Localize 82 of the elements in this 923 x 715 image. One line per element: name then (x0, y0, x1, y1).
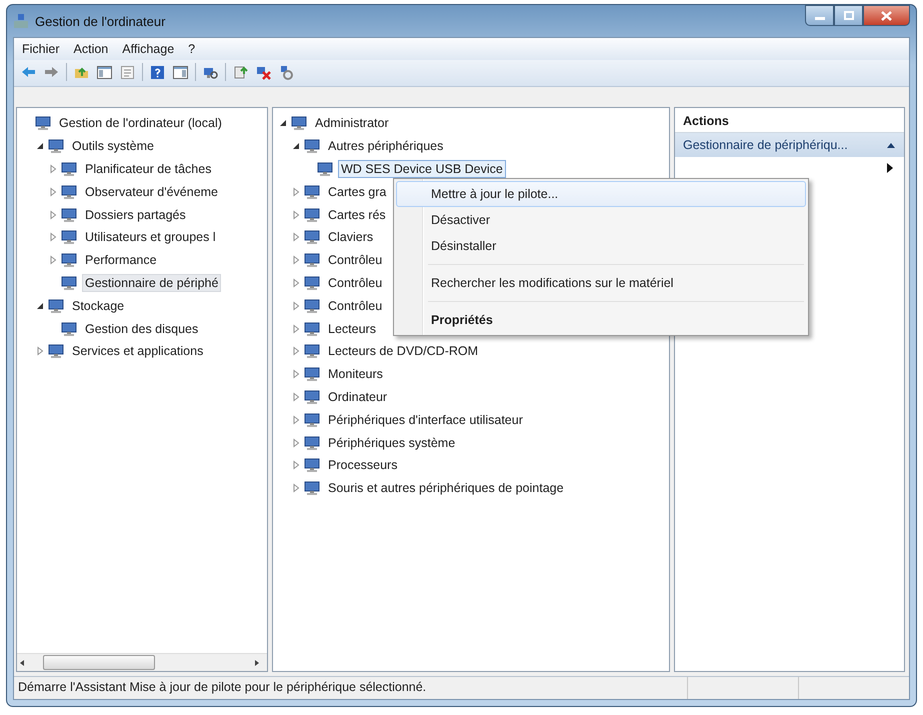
menu-item[interactable]: Désinstaller (396, 233, 806, 259)
device-icon (61, 320, 77, 337)
tree-item[interactable]: Moniteurs (325, 365, 386, 384)
update-driver-icon[interactable] (232, 64, 249, 80)
computer-management-icon (13, 13, 29, 29)
properties-icon[interactable] (119, 64, 136, 80)
menu-item[interactable]: Désactiver (396, 207, 806, 233)
tree-item[interactable]: Gestionnaire de périphé (82, 274, 222, 292)
menu-item[interactable]: Rechercher les modifications sur le matériel (396, 270, 806, 296)
tree-item[interactable]: Performance (82, 251, 160, 270)
tree-item[interactable]: Cartes rés (325, 206, 389, 224)
action-pane-icon[interactable] (172, 64, 189, 80)
device-icon (304, 388, 320, 405)
device-icon (304, 274, 320, 291)
device-icon (304, 412, 320, 428)
device-icon (48, 343, 64, 360)
device-icon (304, 457, 320, 474)
tree-item[interactable]: Cartes gra (325, 182, 390, 201)
window-title: Gestion de l'ordinateur (35, 14, 166, 28)
maximize-icon (844, 11, 854, 20)
tree-item[interactable]: Autres périphériques (325, 137, 446, 156)
tree-item[interactable]: Gestion de l'ordinateur (local) (56, 114, 225, 132)
tree-item[interactable]: Périphériques système (325, 434, 458, 452)
device-icon (304, 138, 320, 154)
tree-item[interactable]: Contrôleu (325, 296, 386, 315)
tree-item[interactable]: Gestion des disques (82, 320, 202, 338)
device-icon (61, 252, 77, 268)
collapse-caret-icon[interactable] (886, 141, 896, 149)
close-icon (881, 10, 892, 20)
device-icon (304, 252, 320, 268)
device-icon (304, 343, 320, 360)
actions-section-header[interactable]: Gestionnaire de périphériqu... (675, 133, 904, 157)
tree-item[interactable]: Utilisateurs et groupes l (82, 228, 219, 246)
device-icon (304, 320, 320, 337)
menu-item[interactable]: Mettre à jour le pilote... (396, 181, 806, 207)
tree-item[interactable]: Contrôleu (325, 274, 386, 292)
device-icon (304, 206, 320, 223)
tree-item[interactable]: Stockage (69, 296, 128, 315)
tree-item[interactable]: Dossiers partagés (82, 206, 189, 224)
device-icon (304, 366, 320, 382)
minimize-button[interactable] (805, 5, 834, 26)
menu-item[interactable]: Fichier (22, 41, 60, 57)
close-button[interactable] (863, 5, 910, 26)
device-icon (61, 274, 77, 291)
submenu-arrow-icon[interactable] (886, 163, 894, 173)
device-icon (61, 160, 77, 177)
tree-item[interactable]: Observateur d'événeme (82, 182, 222, 201)
device-icon (304, 298, 320, 314)
device-icon (304, 434, 320, 451)
tree-item[interactable]: Services et applications (69, 342, 206, 360)
tree-item[interactable]: Lecteurs (325, 320, 379, 338)
tree-item[interactable]: Planificateur de tâches (82, 160, 214, 178)
device-icon (291, 115, 307, 132)
menu-item[interactable]: Propriétés (396, 307, 806, 333)
menu-item[interactable]: Action (74, 41, 108, 57)
tree-item[interactable]: Lecteurs de DVD/CD-ROM (325, 342, 482, 360)
device-icon (304, 184, 320, 200)
device-icon (61, 184, 77, 200)
help-icon[interactable] (149, 64, 166, 80)
console-tree-icon[interactable] (96, 64, 113, 80)
device-icon (61, 206, 77, 223)
tree-item[interactable]: Administrator (312, 114, 392, 132)
menu-item[interactable]: Affichage (122, 41, 174, 57)
tree-item[interactable]: Processeurs (325, 456, 400, 474)
device-icon (35, 115, 51, 132)
tree-item[interactable]: Souris et autres périphériques de pointage (325, 479, 567, 498)
tree-item[interactable]: WD SES Device USB Device (338, 160, 506, 178)
tree-item[interactable]: Outils système (69, 137, 157, 156)
device-icon (304, 480, 320, 496)
tree-item[interactable]: Périphériques d'interface utilisateur (325, 410, 526, 429)
maximize-button[interactable] (834, 5, 863, 26)
menu-item[interactable]: ? (188, 41, 196, 57)
device-icon (48, 138, 64, 154)
device-icon (304, 229, 320, 246)
horizontal-scrollbar[interactable] (17, 653, 267, 671)
tree-item[interactable]: Contrôleu (325, 251, 386, 270)
tree-item[interactable]: Claviers (325, 228, 376, 246)
status-text: Démarre l'Assistant Mise à jour de pilote pour le périphérique sélectionné. (17, 679, 428, 696)
tree-item[interactable]: Ordinateur (325, 388, 390, 406)
device-icon (48, 298, 64, 314)
device-icon (317, 160, 333, 177)
device-icon (61, 229, 77, 246)
